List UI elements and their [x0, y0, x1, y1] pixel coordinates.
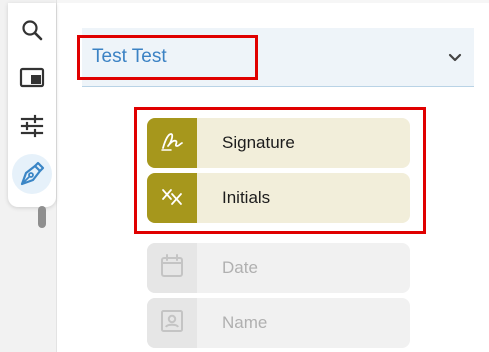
- page: Test Test Signature Initials Date Name: [0, 0, 489, 352]
- recipient-name: Test Test: [92, 46, 167, 67]
- date-label: Date: [222, 258, 258, 277]
- initials-icon-box: [147, 173, 197, 223]
- name-field-button[interactable]: Name: [147, 298, 410, 348]
- name-label: Name: [222, 313, 268, 332]
- panel-icon: [19, 66, 45, 90]
- initials-field-button[interactable]: Initials: [147, 173, 410, 223]
- signature-label: Signature: [222, 133, 295, 152]
- search-icon: [20, 18, 44, 42]
- top-border: [57, 0, 489, 3]
- sliders-icon: [20, 114, 44, 138]
- signing-tool-button[interactable]: [12, 154, 52, 194]
- pen-nib-icon: [18, 160, 46, 188]
- signature-icon: [159, 128, 185, 159]
- panel-tool-button[interactable]: [12, 58, 52, 98]
- name-icon-box: [147, 298, 197, 348]
- sliders-tool-button[interactable]: [12, 106, 52, 146]
- id-card-icon: [159, 308, 185, 339]
- signature-field-button[interactable]: Signature: [147, 118, 410, 168]
- initials-icon: [159, 183, 185, 214]
- tool-sidebar: [8, 3, 56, 207]
- date-field-button[interactable]: Date: [147, 243, 410, 293]
- chevron-down-icon[interactable]: [448, 50, 462, 68]
- date-icon-box: [147, 243, 197, 293]
- initials-label: Initials: [222, 188, 271, 207]
- signature-icon-box: [147, 118, 197, 168]
- scrollbar-thumb[interactable]: [38, 206, 46, 228]
- search-tool-button[interactable]: [12, 10, 52, 50]
- recipient-dropdown[interactable]: Test Test: [82, 28, 474, 87]
- calendar-icon: [159, 253, 185, 284]
- left-divider: [56, 0, 57, 352]
